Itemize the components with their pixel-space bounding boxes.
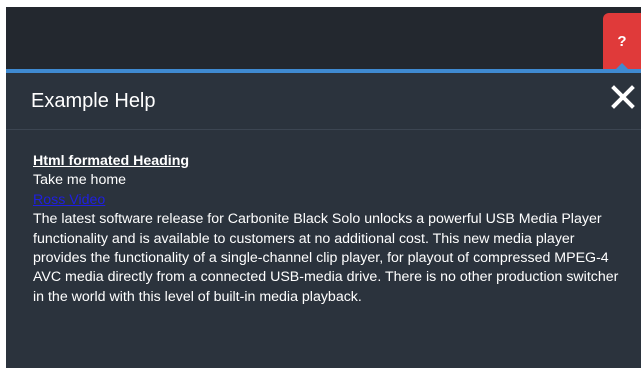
content-line: Take me home <box>33 172 127 189</box>
ross-video-link[interactable]: Ross Video <box>33 191 105 210</box>
help-content: Html formated Heading Take me home Ross … <box>33 152 631 307</box>
content-heading: Html formated Heading <box>33 153 190 169</box>
help-window: ? Example Help Html formated Heading Tak… <box>6 7 641 368</box>
panel-title: Example Help <box>31 90 156 112</box>
content-paragraph: The latest software release for Carbonit… <box>33 211 619 305</box>
top-bar: ? <box>6 7 641 69</box>
panel-header: Example Help <box>6 73 641 130</box>
help-button[interactable]: ? <box>603 13 641 69</box>
close-button[interactable] <box>610 84 636 110</box>
help-button-label: ? <box>617 32 627 50</box>
close-icon <box>611 85 635 109</box>
